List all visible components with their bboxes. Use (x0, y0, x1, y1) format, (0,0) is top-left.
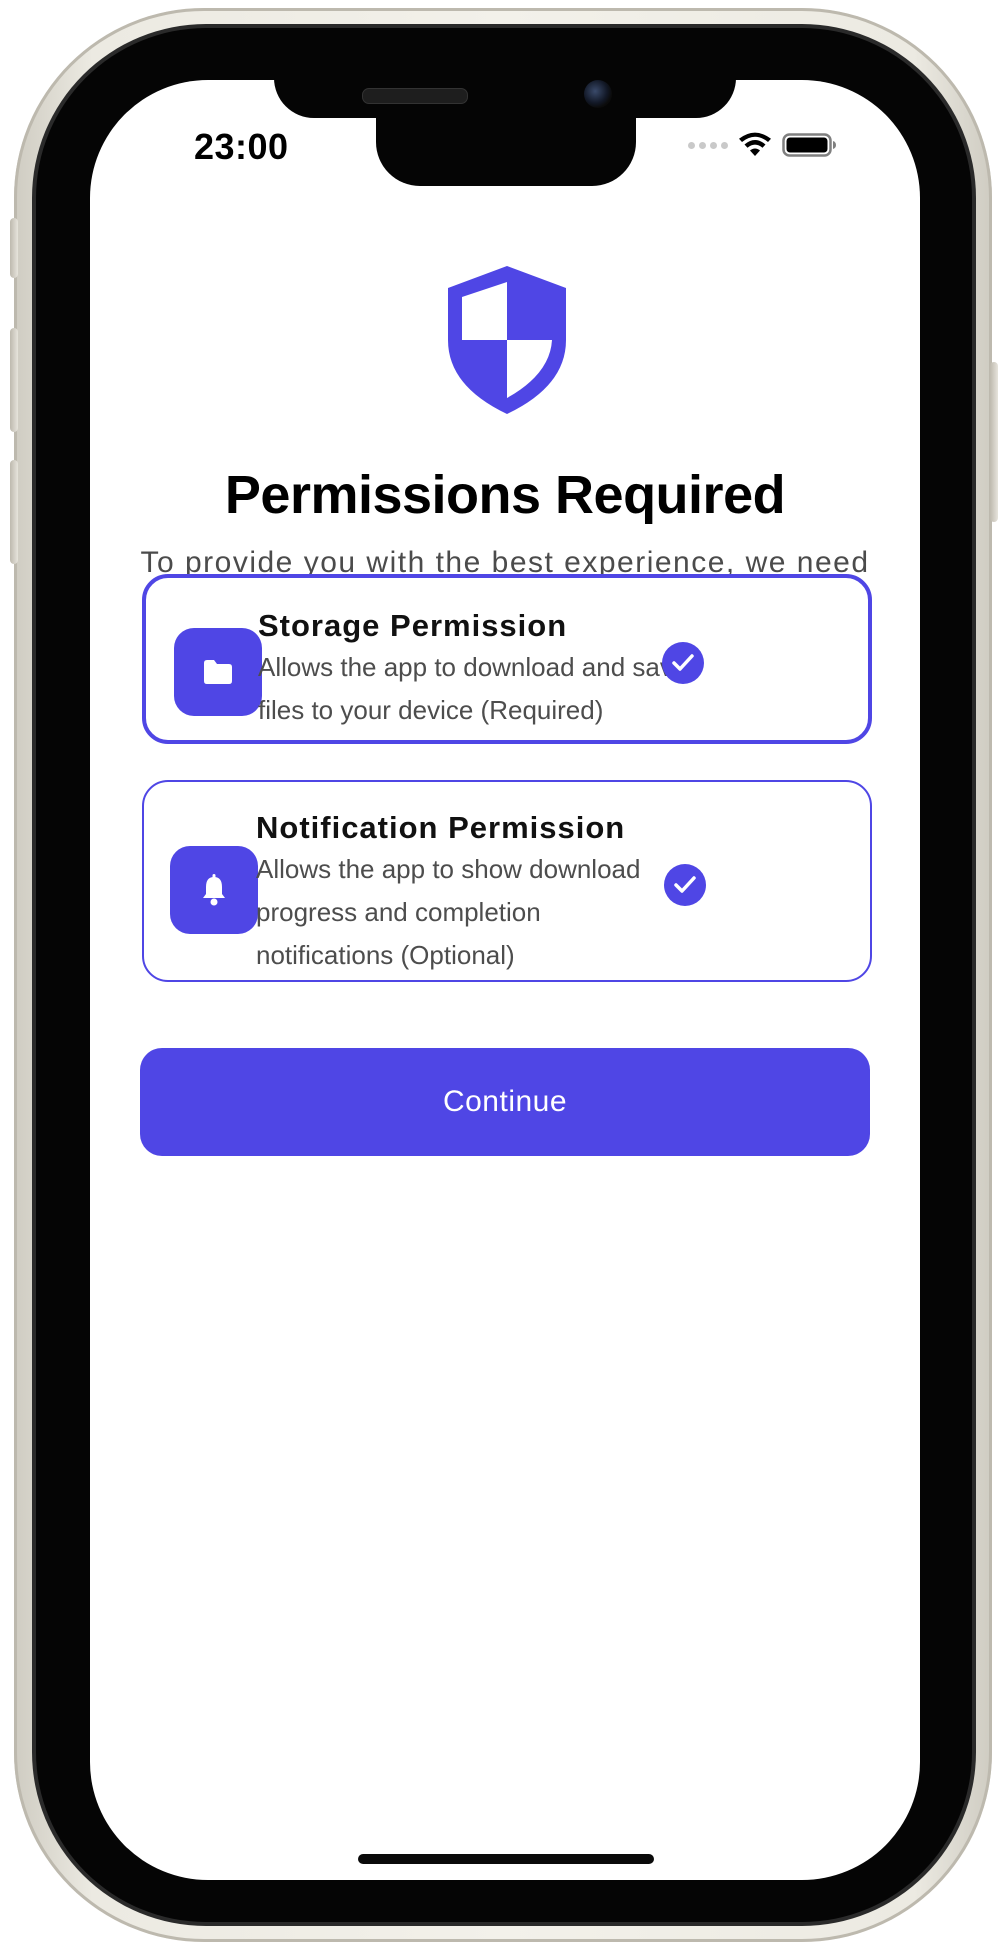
notification-permission-card[interactable]: Notification Permission Allows the app t… (142, 780, 872, 982)
continue-button[interactable]: Continue (140, 1048, 870, 1156)
side-button-power (990, 362, 998, 522)
storage-permission-description: Allows the app to download and save file… (258, 652, 688, 725)
permissions-screen: Permissions Required To provide you with… (90, 80, 920, 1880)
side-button-volume-up (10, 328, 18, 432)
notification-check-icon[interactable] (664, 864, 706, 906)
notification-permission-title: Notification Permission (256, 810, 626, 845)
side-button-volume-down (10, 460, 18, 564)
storage-check-icon[interactable] (662, 642, 704, 684)
folder-icon (174, 628, 262, 716)
storage-permission-card[interactable]: Storage Permission Allows the app to dow… (142, 574, 872, 744)
shield-icon (448, 266, 566, 414)
bell-icon (170, 846, 258, 934)
home-indicator[interactable] (358, 1854, 654, 1864)
notification-permission-description: Allows the app to show download progress… (256, 854, 641, 970)
side-button-silent (10, 218, 18, 278)
storage-permission-title: Storage Permission (258, 608, 568, 643)
page-title: Permissions Required (224, 465, 786, 525)
